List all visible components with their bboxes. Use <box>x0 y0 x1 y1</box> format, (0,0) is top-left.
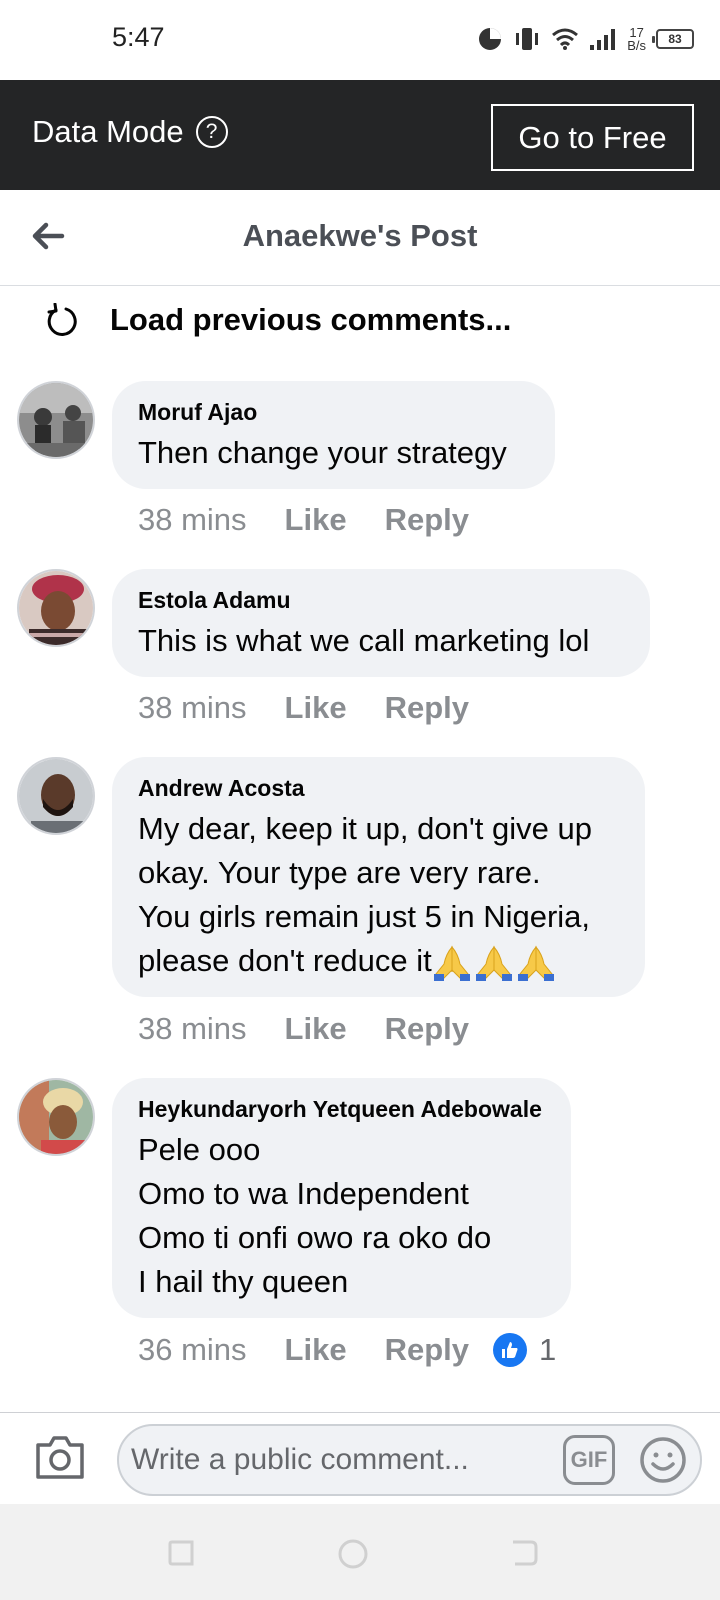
praying-hands-emojis <box>432 944 556 982</box>
status-icons: 17 B/s 83 <box>477 22 694 56</box>
comment-line: My dear, keep it up, don't give up <box>138 811 592 846</box>
comment-line-with-emoji: please don't reduce it <box>138 939 619 983</box>
vibrate-icon <box>516 28 539 50</box>
network-speed-unit: B/s <box>627 38 646 53</box>
comment-line: Omo ti onfi owo ra oko do <box>138 1220 492 1255</box>
back-nav-icon[interactable] <box>509 1538 539 1568</box>
comment-text: Pele ooo Omo to wa Independent Omo ti on… <box>138 1128 545 1304</box>
emoji-icon[interactable] <box>637 1434 689 1486</box>
signal-icon <box>590 29 616 50</box>
post-header: Anaekwe's Post <box>0 190 720 286</box>
comment-text: My dear, keep it up, don't give up okay.… <box>138 807 619 983</box>
wifi-icon <box>552 28 579 50</box>
comment-time[interactable]: 36 mins <box>138 1332 247 1368</box>
avatar[interactable] <box>17 569 95 647</box>
avatar[interactable] <box>17 381 95 459</box>
home-icon[interactable] <box>337 1538 369 1570</box>
status-bar: 5:47 17 B/s 83 <box>0 0 720 80</box>
comment-actions: 36 mins Like Reply 1 <box>138 1332 556 1368</box>
comment-time[interactable]: 38 mins <box>138 690 247 726</box>
battery-icon: 83 <box>652 29 694 49</box>
comment-bubble[interactable]: Moruf Ajao Then change your strategy <box>112 381 555 489</box>
like-button[interactable]: Like <box>285 690 347 726</box>
help-icon[interactable]: ? <box>195 116 228 148</box>
like-button[interactable]: Like <box>285 502 347 538</box>
comment-author[interactable]: Andrew Acosta <box>138 773 619 803</box>
avatar[interactable] <box>17 757 95 835</box>
comment-bubble[interactable]: Andrew Acosta My dear, keep it up, don't… <box>112 757 645 997</box>
status-time: 5:47 <box>112 22 165 52</box>
avatar[interactable] <box>17 1078 95 1156</box>
comment-line: Pele ooo <box>138 1132 261 1167</box>
praying-hands-icon <box>433 945 470 981</box>
data-mode-label: Data Mode ? <box>32 114 228 150</box>
comment-line: okay. Your type are very rare. <box>138 855 541 890</box>
reply-button[interactable]: Reply <box>385 502 469 538</box>
comment-time[interactable]: 38 mins <box>138 1011 247 1047</box>
comment-actions: 38 mins Like Reply <box>138 502 469 538</box>
praying-hands-icon <box>517 945 554 981</box>
like-button[interactable]: Like <box>285 1011 347 1047</box>
load-previous-label: Load previous comments... <box>110 302 512 337</box>
comment-line: You girls remain just 5 in Nigeria, <box>138 899 591 934</box>
reply-button[interactable]: Reply <box>385 690 469 726</box>
comment-actions: 38 mins Like Reply <box>138 1011 469 1047</box>
comment-text: Then change your strategy <box>138 435 507 470</box>
comment-bubble[interactable]: Estola Adamu This is what we call market… <box>112 569 650 677</box>
comment-author[interactable]: Heykundaryorh Yetqueen Adebowale <box>138 1094 545 1124</box>
system-nav-bar <box>0 1504 720 1600</box>
go-to-free-button[interactable]: Go to Free <box>491 104 694 171</box>
network-speed: 17 B/s <box>627 26 646 52</box>
like-button[interactable]: Like <box>285 1332 347 1368</box>
comment-input[interactable] <box>131 1434 551 1486</box>
comment-input-wrapper: GIF <box>117 1424 702 1496</box>
battery-level: 83 <box>668 32 682 46</box>
data-mode-text: Data Mode <box>32 114 184 149</box>
comment-line: Omo to wa Independent <box>138 1176 469 1211</box>
reaction-count: 1 <box>539 1332 557 1367</box>
comment-actions: 38 mins Like Reply <box>138 690 469 726</box>
comment-author[interactable]: Moruf Ajao <box>138 397 529 427</box>
data-mode-bar: Data Mode ? Go to Free <box>0 80 720 190</box>
praying-hands-icon <box>475 945 512 981</box>
comment-time[interactable]: 38 mins <box>138 502 247 538</box>
like-reaction-icon <box>493 1333 527 1367</box>
camera-icon[interactable] <box>34 1433 86 1481</box>
comment-author[interactable]: Estola Adamu <box>138 585 624 615</box>
load-previous-comments[interactable]: Load previous comments... <box>46 302 511 338</box>
comment-line: please don't reduce it <box>138 943 432 978</box>
reaction-summary[interactable]: 1 <box>493 1332 556 1368</box>
comment-line: I hail thy queen <box>138 1264 349 1299</box>
reply-button[interactable]: Reply <box>385 1332 469 1368</box>
gif-icon[interactable]: GIF <box>563 1435 615 1485</box>
refresh-icon <box>47 303 77 336</box>
comment-bubble[interactable]: Heykundaryorh Yetqueen Adebowale Pele oo… <box>112 1078 571 1318</box>
recent-apps-icon[interactable] <box>166 1538 196 1568</box>
page-title: Anaekwe's Post <box>242 218 478 253</box>
data-saver-icon <box>479 28 502 50</box>
comment-composer: GIF <box>0 1412 720 1504</box>
comment-text: This is what we call marketing lol <box>138 623 590 658</box>
reply-button[interactable]: Reply <box>385 1011 469 1047</box>
